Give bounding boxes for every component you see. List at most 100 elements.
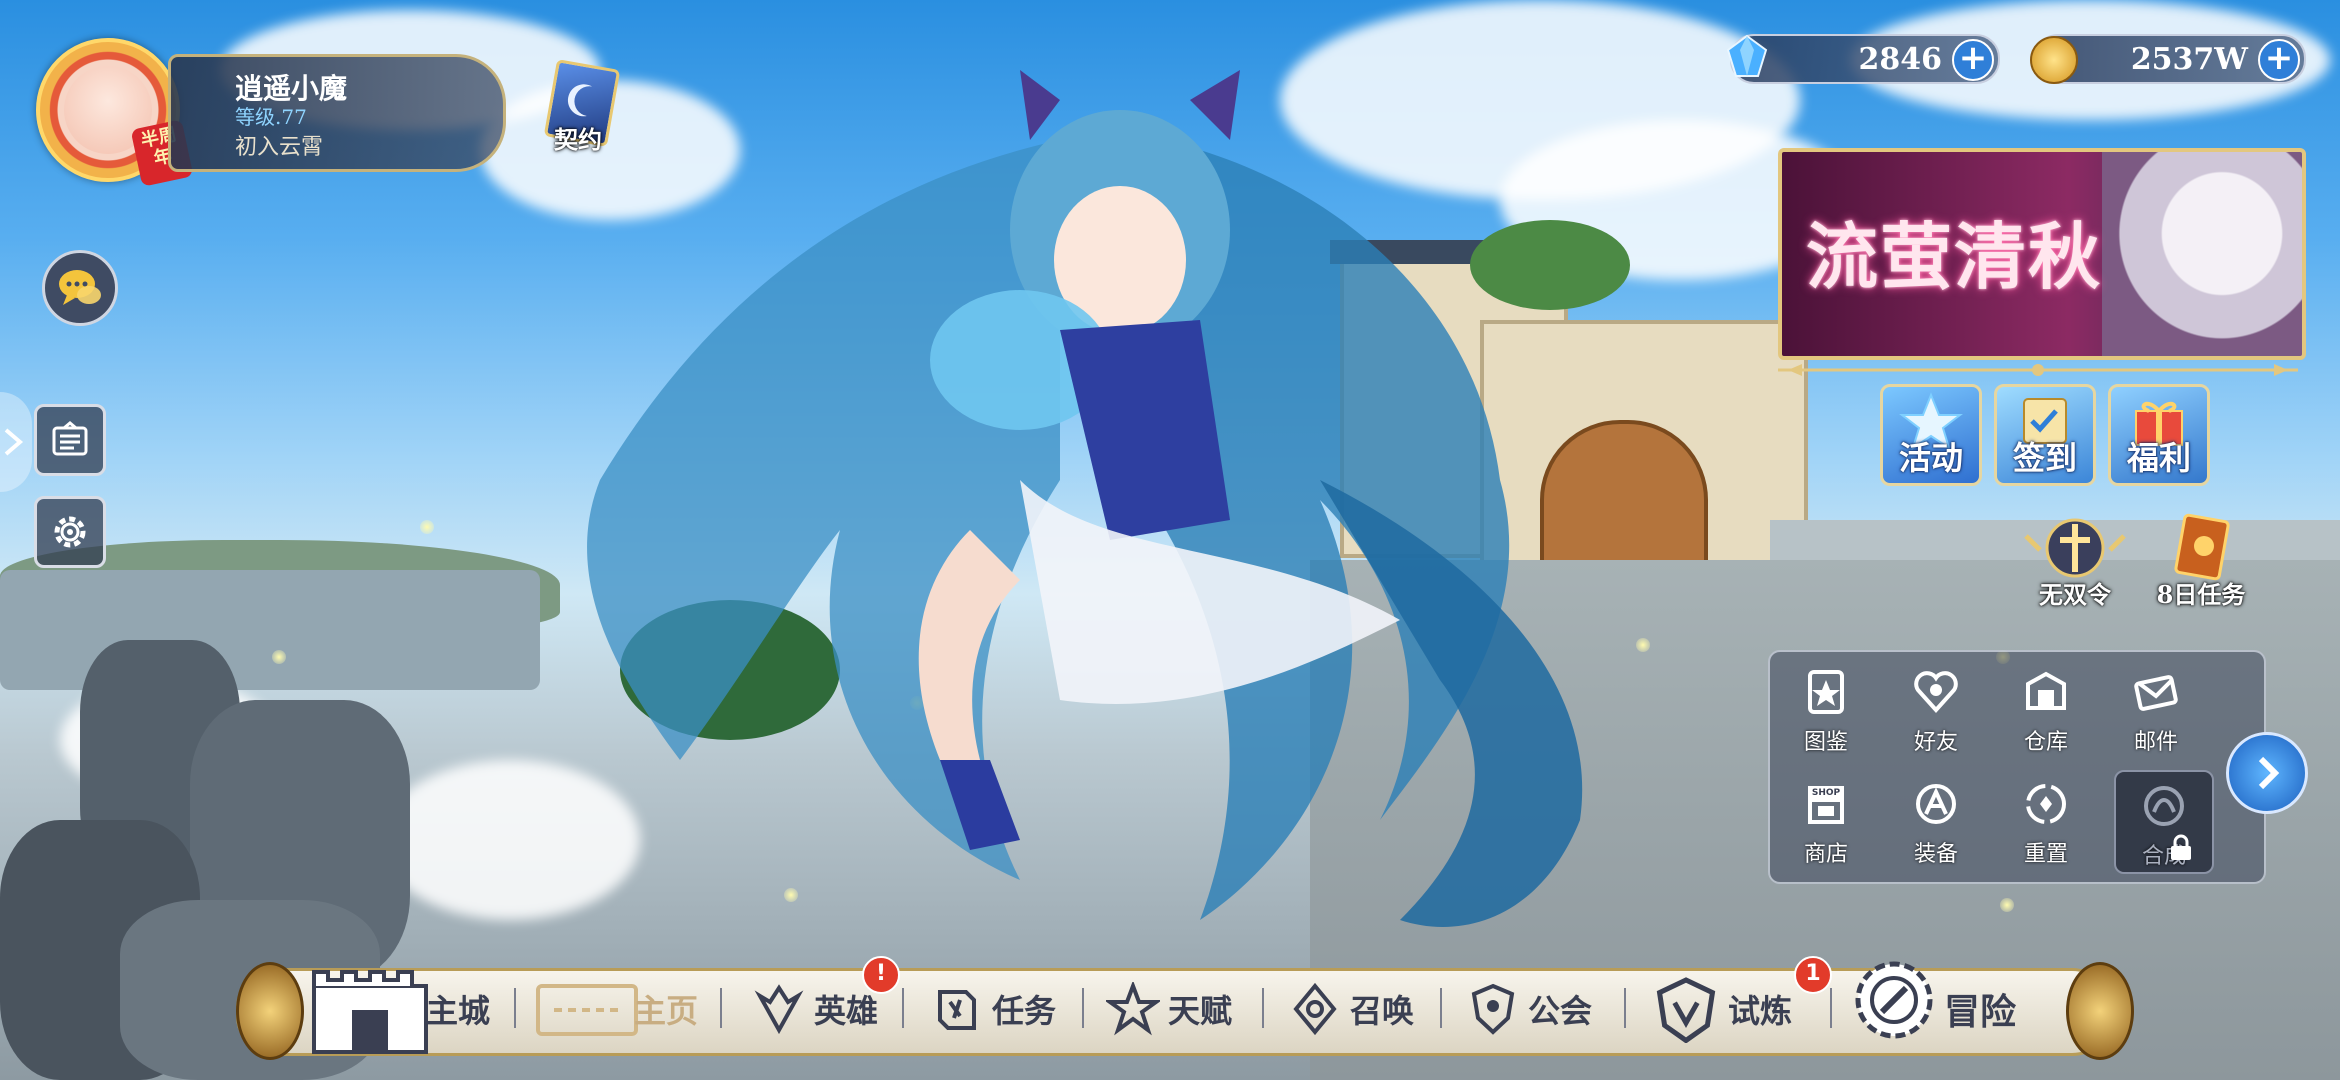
nav-talent-label: 天赋 [1168,992,1233,1030]
chevron-right-icon [2258,756,2280,790]
player-title: 初入云霄 [235,135,324,160]
settings-button[interactable] [34,496,106,568]
codex-label: 图鉴 [1803,730,1848,755]
eight-day-quest-label: 8日任务 [2156,580,2246,609]
mail-icon [2134,675,2178,711]
nav-home-label: 主页 [634,992,699,1030]
equipment-button[interactable]: 装备 [1888,770,1984,870]
reset-button[interactable]: 重置 [1998,770,2094,870]
warehouse-button[interactable]: 仓库 [1998,658,2094,758]
announcement-button[interactable] [34,404,106,476]
nav-end-ornament-left [236,962,304,1060]
function-panel: 图鉴 好友 仓库 邮件 SHOP 商店 装备 重置 合成 [1768,650,2266,884]
synthesis-icon [2144,786,2184,826]
codex-button[interactable]: 图鉴 [1778,658,1874,758]
gold-amount: 2537W [2130,42,2248,77]
add-gems-button[interactable]: + [1952,39,1994,81]
contract-label: 契约 [554,125,602,154]
nav-adventure-icon-button[interactable] [1852,950,1936,1050]
shop-button[interactable]: SHOP 商店 [1778,770,1874,870]
nav-guild-label: 公会 [1528,992,1593,1030]
banner-character-art [2102,152,2302,356]
heroes-alert-badge: ! [862,956,900,994]
nav-divider [902,988,904,1028]
synthesis-label: 合成 [2141,844,2186,869]
talent-star-icon [1106,982,1160,1036]
add-gold-button[interactable]: + [2258,39,2300,81]
gem-currency: 2846 + [1726,34,2000,84]
reset-label: 重置 [2023,842,2068,867]
quest-scroll-icon [938,990,976,1030]
eight-day-quest-button[interactable]: 8日任务 [2136,510,2266,610]
warehouse-label: 仓库 [2023,730,2068,755]
nav-quests-button[interactable]: 任务 [930,968,1056,1050]
gear-icon [54,516,86,548]
chat-bubble-icon [59,270,101,305]
nav-home-label-wrap[interactable]: 主页 [634,968,698,1050]
banner-title: 流萤清秋 [1806,214,2103,299]
nav-adventure-label: 冒险 [1944,991,2017,1033]
nav-end-ornament-right [2066,962,2134,1060]
gem-icon [1726,34,1768,77]
guild-shield-icon [1471,983,1515,1035]
nav-divider [720,988,722,1028]
synthesis-button[interactable]: 合成 [2114,770,2214,874]
equipment-icon [1916,784,1956,824]
chevron-right-icon [4,428,24,456]
check-in-label: 签到 [2012,439,2077,477]
nav-main-city-label: 主城 [426,992,491,1030]
friends-label: 好友 [1913,730,1958,755]
mail-button[interactable]: 邮件 [2108,658,2204,758]
nav-divider [514,988,516,1028]
side-drawer-tab[interactable] [0,392,32,492]
unrivaled-token-button[interactable]: 无双令 [2010,510,2140,610]
codex-icon [1808,670,1844,714]
player-avatar[interactable]: 半周年 [36,38,194,187]
nav-main-city-label-wrap[interactable]: 主城 [426,968,490,1050]
nav-home-button[interactable] [534,978,644,1042]
castle-gate-icon [312,970,428,1054]
hero-helmet-icon [754,984,804,1035]
event-banner[interactable]: 流萤清秋 [1778,148,2306,360]
unrivaled-token-label: 无双令 [2039,580,2111,609]
nav-heroes-button[interactable]: 英雄 [752,968,878,1050]
shop-sign-text: SHOP [1812,788,1841,798]
trial-crest-icon [1656,977,1716,1043]
nav-summon-button[interactable]: 召唤 [1288,968,1414,1050]
nav-adventure-label-wrap[interactable]: 冒险 [1944,968,2016,1050]
gold-currency: 2537W + [2030,34,2306,84]
lock-icon [2171,834,2191,860]
mail-label: 邮件 [2133,730,2178,755]
summon-crystal-icon [1293,982,1337,1036]
activity-label: 活动 [1898,439,1963,477]
player-info-panel[interactable]: 逍遥小魔 等级.77 初入云霄 [168,54,506,172]
contract-button[interactable]: 契约 [540,59,624,154]
home-frame-icon [536,984,638,1036]
chat-button[interactable] [42,250,118,326]
hero-character-illustration [587,70,1583,927]
friends-button[interactable]: 好友 [1888,658,1984,758]
reset-icon [2026,784,2066,824]
nav-divider [1624,988,1626,1028]
welfare-button[interactable]: 福利 [2108,384,2210,486]
nav-heroes-label: 英雄 [814,992,879,1030]
nav-summon-label: 召唤 [1350,992,1415,1030]
nav-divider [1262,988,1264,1028]
nav-talent-button[interactable]: 天赋 [1106,968,1232,1050]
friends-icon [1914,671,1958,713]
nav-divider [1082,988,1084,1028]
nav-guild-button[interactable]: 公会 [1466,968,1592,1050]
nav-main-city-button[interactable] [306,960,438,1060]
compass-gear-icon [1855,961,1933,1039]
nav-quests-label: 任务 [992,992,1057,1030]
nav-trial-label: 试炼 [1728,992,1793,1030]
welfare-label: 福利 [2126,439,2191,477]
warehouse-icon [2026,671,2066,710]
expand-menu-button[interactable] [2226,732,2308,814]
activity-button[interactable]: 活动 [1880,384,1982,486]
shop-label: 商店 [1803,842,1848,867]
notice-board-icon [52,421,88,456]
banner-ornament [1778,364,2298,376]
nav-trial-button[interactable]: 试炼 [1652,968,1792,1050]
check-in-button[interactable]: 签到 [1994,384,2096,486]
